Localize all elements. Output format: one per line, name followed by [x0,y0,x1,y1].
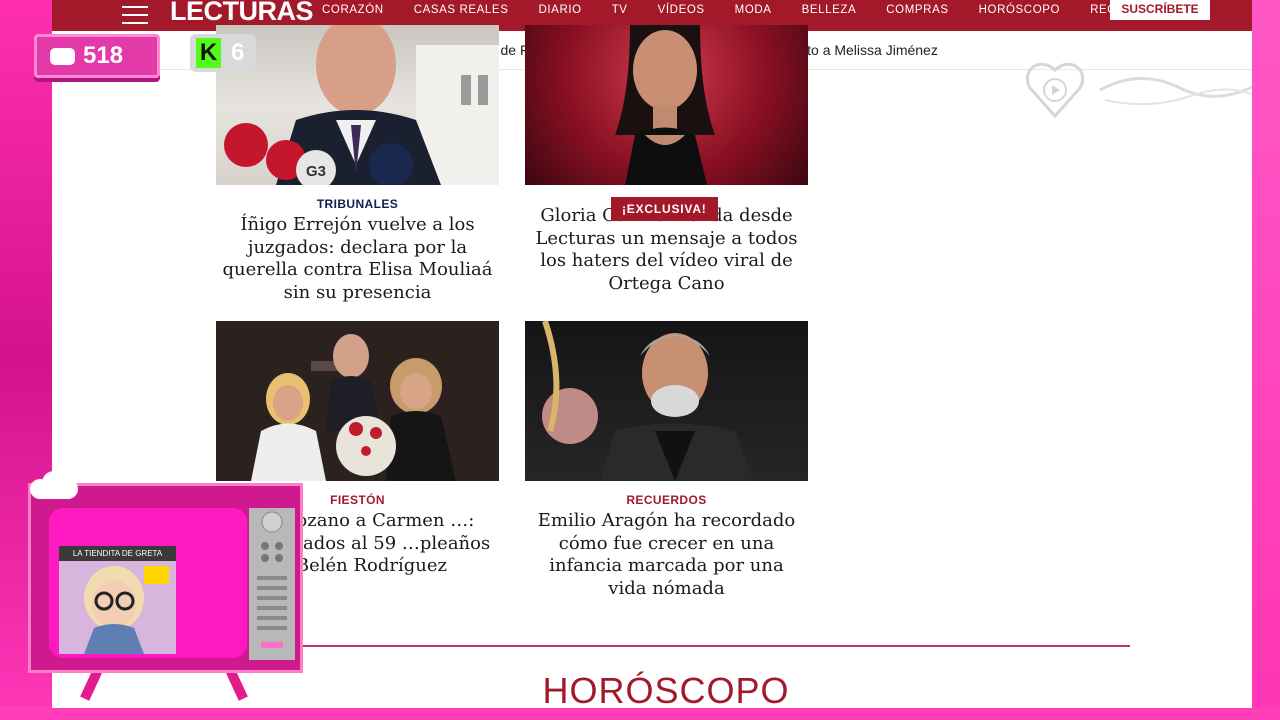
chat-count: 518 [83,42,124,69]
article-card-errejon[interactable]: G3 TRIBUNALES Íñigo Errejón vuelve a los… [216,25,499,304]
exclusive-badge: ¡EXCLUSIVA! [611,197,718,221]
stream-background-right [1252,0,1280,720]
kick-count-widget: K 6 [190,34,256,72]
article-card-gloria-camila[interactable]: ¡EXCLUSIVA! Gloria Camila manda desde Le… [525,25,808,295]
article-headline[interactable]: Íñigo Errejón vuelve a los juzgados: dec… [216,214,499,304]
article-category[interactable]: RECUERDOS [525,493,808,507]
tv-frame-overlay: LA TIENDITA DE GRETA [28,471,303,701]
tv-body: LA TIENDITA DE GRETA [28,483,303,673]
microphone-label: G3 [306,163,326,180]
article-card-emilio-aragon[interactable]: RECUERDOS Emilio Aragón ha recordado cóm… [525,321,808,600]
streamer-thumbnail: LA TIENDITA DE GRETA [59,546,176,654]
article-image[interactable] [216,321,499,481]
kick-logo-icon: K [196,38,221,68]
chat-count-widget: 518 [34,34,160,78]
stream-background-bottom [0,706,1280,720]
tv-screen: LA TIENDITA DE GRETA [49,508,247,658]
article-headline[interactable]: Emilio Aragón ha recordado cómo fue crec… [525,510,808,600]
channel-watermark-logo [1020,58,1252,126]
subscribe-button[interactable]: SUSCRÍBETE [1110,0,1210,20]
cloud-icon [26,471,82,501]
site-logo[interactable]: LECTURAS [170,0,314,27]
article-image[interactable]: G3 [216,25,499,185]
kick-count: 6 [231,39,245,66]
nav-item-compras[interactable]: COMPRAS [886,0,948,31]
nav-item-horoscopo[interactable]: HORÓSCOPO [979,0,1060,31]
tv-control-panel [249,508,295,660]
article-image[interactable] [525,321,808,481]
article-category[interactable]: TRIBUNALES [216,197,499,211]
chat-bubble-icon [50,47,75,65]
article-image[interactable] [525,25,808,185]
menu-icon[interactable] [122,6,150,24]
nav-item-belleza[interactable]: BELLEZA [802,0,857,31]
section-divider [202,645,1130,647]
